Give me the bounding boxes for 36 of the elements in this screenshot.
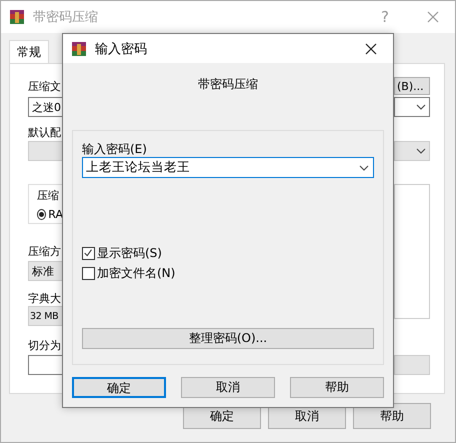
dropdown-button[interactable] <box>394 97 430 117</box>
checkbox-label[interactable]: 加密文件名(N) <box>97 265 176 282</box>
checkbox-label[interactable]: 显示密码(S) <box>97 245 162 262</box>
profile-dropdown[interactable] <box>28 141 63 161</box>
field-label: 压缩方 <box>28 244 62 259</box>
dialog-button[interactable]: 确定 <box>72 377 166 398</box>
checkbox[interactable] <box>82 267 95 280</box>
dictionary-dropdown[interactable]: 32 MB <box>28 306 63 326</box>
chevron-icon <box>416 148 426 154</box>
check-icon <box>83 248 94 259</box>
field-label: 字典大 <box>28 291 62 306</box>
app-icon <box>9 9 25 25</box>
dialog-button[interactable]: 帮助 <box>290 377 384 398</box>
format-radio[interactable]: RA <box>37 208 63 220</box>
dialog-heading: 带密码压缩 <box>197 76 259 93</box>
archive-name-field[interactable]: 之迷0. <box>28 97 63 117</box>
group-label: 压缩 <box>37 188 60 202</box>
dialog-button[interactable]: 帮助 <box>353 403 431 429</box>
app-icon <box>71 40 87 56</box>
field-label: 切分为 <box>28 338 62 353</box>
password-label: 输入密码(E) <box>82 141 148 157</box>
split-field[interactable] <box>28 355 63 375</box>
method-dropdown[interactable]: 标准 <box>28 261 63 281</box>
field-label: 压缩文 <box>28 78 62 94</box>
checkbox[interactable] <box>82 247 95 260</box>
chevron-icon <box>359 164 369 170</box>
close-icon[interactable] <box>365 42 377 54</box>
dialog-button[interactable]: 取消 <box>181 377 275 398</box>
tab[interactable]: 常规 <box>9 40 49 63</box>
window-title: 带密码压缩 <box>33 9 99 26</box>
browse-button[interactable]: (B)... <box>394 77 430 95</box>
field-label: 默认配 <box>28 125 62 140</box>
chevron-icon <box>416 104 426 110</box>
password-field[interactable]: 上老王论坛当老王 <box>82 157 374 178</box>
organize-passwords-button[interactable]: 整理密码(O)... <box>82 328 374 349</box>
dialog-title: 输入密码 <box>95 40 148 58</box>
